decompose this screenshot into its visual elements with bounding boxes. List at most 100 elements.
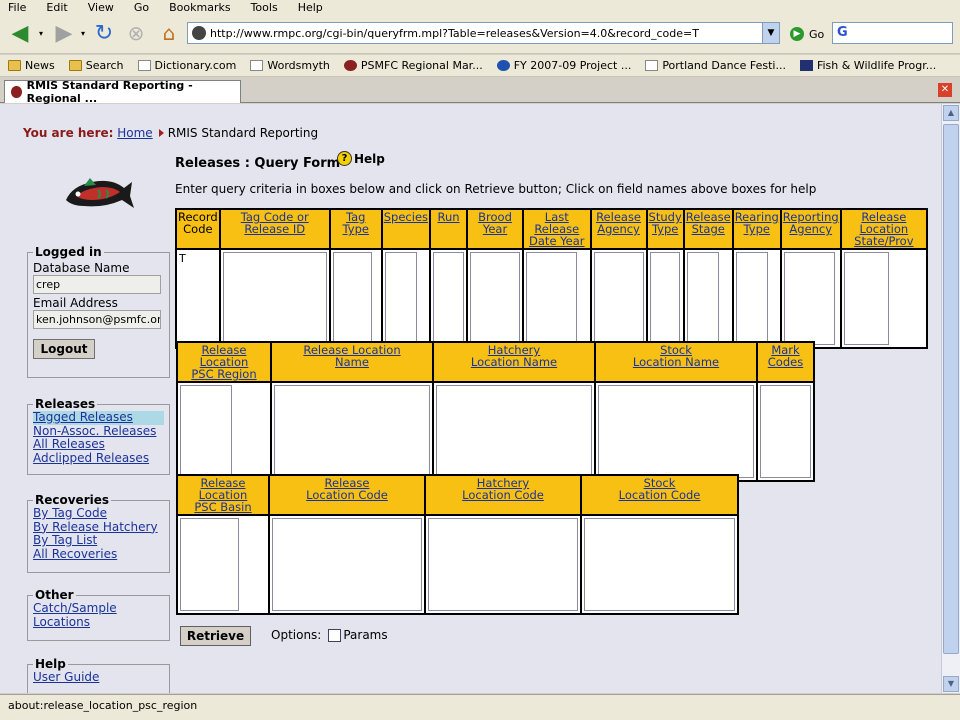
mark-codes-header[interactable]: Mark Codes [757, 342, 814, 382]
psc-region-input[interactable] [180, 385, 232, 478]
tag-code-input[interactable] [222, 252, 327, 345]
header-link[interactable]: Location Name [471, 355, 557, 369]
header-link[interactable]: Location Code [462, 488, 544, 502]
last-release-date-input[interactable] [526, 252, 578, 345]
scroll-down-icon[interactable]: ▼ [943, 676, 959, 692]
logout-button[interactable]: Logout [33, 339, 95, 359]
nav-adclipped-releases[interactable]: Adclipped Releases [33, 451, 164, 466]
header-link[interactable]: Run [437, 210, 459, 224]
header-link[interactable]: Release Location [200, 343, 249, 369]
header-link[interactable]: Location Code [619, 488, 701, 502]
nav-user-guide[interactable]: User Guide [33, 670, 164, 685]
nav-tagged-releases[interactable]: Tagged Releases [33, 410, 164, 425]
stop-icon[interactable]: ⊗ [122, 19, 150, 47]
help-button[interactable]: ? Help [337, 151, 385, 166]
menu-view[interactable]: View [88, 1, 114, 14]
params-checkbox[interactable] [328, 628, 342, 642]
brood-year-header[interactable]: Brood Year [467, 209, 524, 249]
forward-dropdown-icon[interactable]: ▾ [78, 19, 88, 47]
hatchery-location-name-header[interactable]: Hatchery Location Name [433, 342, 595, 382]
species-header[interactable]: Species [381, 209, 431, 249]
header-link[interactable]: Date Year [529, 234, 585, 248]
nav-all-releases[interactable]: All Releases [33, 437, 164, 452]
header-link[interactable]: PSC Basin [194, 500, 251, 514]
header-link[interactable]: Codes [768, 355, 803, 369]
mark-codes-input[interactable] [760, 385, 811, 478]
header-link[interactable]: Type [744, 222, 770, 236]
bookmark-dictionary[interactable]: Dictionary.com [137, 59, 236, 72]
release-stage-input[interactable] [686, 252, 719, 345]
study-type-header[interactable]: Study Type [646, 209, 684, 249]
close-tab-icon[interactable]: ✕ [938, 83, 952, 97]
menu-help[interactable]: Help [298, 1, 323, 14]
stock-location-name-input[interactable] [598, 385, 754, 478]
retrieve-button[interactable]: Retrieve [180, 626, 251, 646]
release-location-psc-region-header[interactable]: Release Location PSC Region [177, 342, 271, 382]
release-agency-input[interactable] [593, 252, 644, 345]
header-link[interactable]: Release Location [860, 210, 909, 236]
release-stage-header[interactable]: Release Stage [683, 209, 733, 249]
header-link[interactable]: PSC Region [191, 367, 256, 381]
menu-file[interactable]: File [8, 1, 26, 14]
bookmark-search[interactable]: Search [68, 59, 124, 72]
bookmark-wordsmyth[interactable]: Wordsmyth [250, 59, 330, 72]
header-link[interactable]: Stage [692, 222, 725, 236]
psc-basin-input[interactable] [180, 518, 239, 611]
header-link[interactable]: Tag Type [343, 210, 369, 236]
stock-location-code-input[interactable] [584, 518, 735, 611]
menu-edit[interactable]: Edit [46, 1, 67, 14]
menu-tools[interactable]: Tools [251, 1, 278, 14]
bookmark-fy-project[interactable]: FY 2007-09 Project ... [496, 59, 631, 72]
nav-non-assoc-releases[interactable]: Non-Assoc. Releases [33, 424, 164, 439]
nav-catch-sample[interactable]: Catch/Sample [33, 601, 164, 616]
forward-icon[interactable]: ▶ [50, 19, 78, 47]
vertical-scrollbar[interactable]: ▲ ▼ [941, 104, 960, 693]
run-header[interactable]: Run [430, 209, 468, 249]
address-bar[interactable]: http://www.rmpc.org/cgi-bin/queryfrm.mpl… [187, 22, 780, 44]
rearing-type-input[interactable] [735, 252, 768, 345]
hatchery-location-code-input[interactable] [428, 518, 578, 611]
nav-by-release-hatchery[interactable]: By Release Hatchery [33, 520, 164, 535]
nav-by-tag-code[interactable]: By Tag Code [33, 506, 164, 521]
release-location-name-input[interactable] [274, 385, 430, 478]
reporting-agency-input[interactable] [783, 252, 835, 345]
header-link[interactable]: Location Name [633, 355, 719, 369]
tag-type-header[interactable]: Tag Type [329, 209, 382, 249]
go-button[interactable]: ▶ Go [790, 27, 824, 41]
back-dropdown-icon[interactable]: ▾ [36, 19, 46, 47]
header-link[interactable]: Release ID [244, 222, 305, 236]
search-input[interactable]: G [832, 22, 953, 44]
nav-by-tag-list[interactable]: By Tag List [33, 533, 164, 548]
nav-locations[interactable]: Locations [33, 615, 164, 630]
tab-rmis[interactable]: RMIS Standard Reporting - Regional ... [4, 79, 241, 105]
reporting-agency-header[interactable]: Reporting Agency [780, 209, 841, 249]
release-location-state-header[interactable]: Release Location State/Prov [840, 209, 927, 249]
header-link[interactable]: Name [335, 355, 369, 369]
menu-bookmarks[interactable]: Bookmarks [169, 1, 230, 14]
scroll-thumb[interactable] [943, 124, 959, 654]
run-input[interactable] [433, 252, 465, 345]
tag-code-header[interactable]: Tag Code or Release ID [219, 209, 330, 249]
header-link[interactable]: Species [384, 210, 428, 224]
back-icon[interactable]: ◀ [6, 19, 34, 47]
breadcrumb-home-link[interactable]: Home [117, 126, 152, 140]
bookmark-fish-wildlife[interactable]: Fish & Wildlife Progr... [799, 59, 936, 72]
scroll-up-icon[interactable]: ▲ [943, 105, 959, 121]
header-link[interactable]: Last Release [534, 210, 579, 236]
hatchery-location-name-input[interactable] [436, 385, 592, 478]
brood-year-input[interactable] [470, 252, 521, 345]
study-type-input[interactable] [649, 252, 680, 345]
release-location-code-header[interactable]: Release Location Code [269, 475, 425, 515]
home-icon[interactable]: ⌂ [155, 19, 183, 47]
bookmark-dance[interactable]: Portland Dance Festi... [645, 59, 786, 72]
last-release-date-header[interactable]: Last Release Date Year [523, 209, 591, 249]
stock-location-name-header[interactable]: Stock Location Name [595, 342, 757, 382]
nav-all-recoveries[interactable]: All Recoveries [33, 547, 164, 562]
release-location-state-input[interactable] [843, 252, 889, 345]
release-agency-header[interactable]: Release Agency [590, 209, 647, 249]
tag-type-input[interactable] [332, 252, 372, 345]
release-location-psc-basin-header[interactable]: Release Location PSC Basin [177, 475, 269, 515]
bookmark-news[interactable]: News [8, 59, 55, 72]
header-link[interactable]: Type [652, 222, 678, 236]
hatchery-location-code-header[interactable]: Hatchery Location Code [425, 475, 581, 515]
